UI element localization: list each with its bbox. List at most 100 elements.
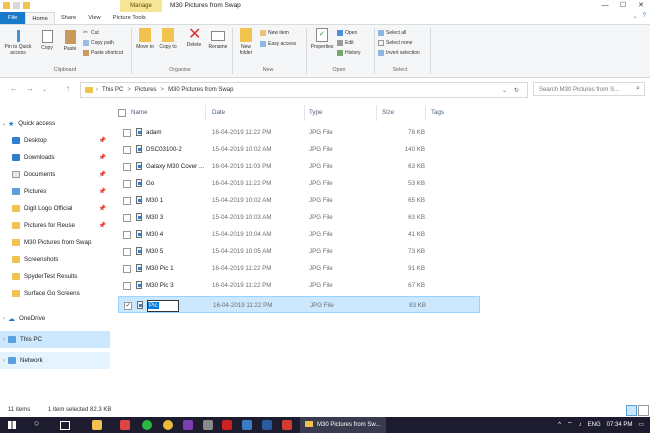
chevron-right-icon[interactable]: › bbox=[0, 337, 8, 343]
pin-icon[interactable]: 📌 bbox=[99, 171, 106, 178]
row-checkbox[interactable] bbox=[123, 163, 131, 171]
delete-button[interactable]: ✕ Delete bbox=[184, 27, 204, 49]
breadcrumb-pictures[interactable]: Pictures bbox=[135, 87, 157, 93]
file-row[interactable]: M30 1 15-04-2019 10:02 AM JPG File 65 KB bbox=[118, 192, 480, 209]
app-icon[interactable] bbox=[262, 420, 272, 430]
row-checkbox[interactable] bbox=[123, 180, 131, 188]
task-view-icon[interactable] bbox=[60, 421, 70, 430]
nav-item-spydertest-results[interactable]: SpyderTest Results bbox=[0, 268, 110, 285]
breadcrumb-current-folder[interactable]: M30 Pictures from Swap bbox=[168, 87, 233, 93]
new-item-button[interactable]: New item bbox=[260, 30, 289, 36]
select-all-checkbox[interactable] bbox=[118, 109, 126, 117]
chevron-right-icon[interactable]: › bbox=[0, 316, 8, 322]
row-checkbox[interactable] bbox=[123, 197, 131, 205]
chevron-down-icon[interactable]: ⌄ bbox=[0, 120, 8, 127]
address-bar[interactable]: › This PC > Pictures > M30 Pictures from… bbox=[80, 82, 528, 98]
file-row[interactable]: Go 16-04-2019 11:22 PM JPG File 53 KB bbox=[118, 175, 480, 192]
refresh-icon[interactable]: ↻ bbox=[514, 87, 519, 94]
nav-item-desktop[interactable]: Desktop 📌 bbox=[0, 132, 110, 149]
new-folder-button[interactable]: New folder bbox=[236, 28, 256, 56]
new-folder-icon[interactable] bbox=[23, 2, 30, 9]
pin-icon[interactable]: 📌 bbox=[99, 222, 106, 229]
breadcrumb-separator[interactable]: > bbox=[161, 87, 165, 93]
large-icons-view-icon[interactable] bbox=[638, 405, 649, 416]
file-row[interactable]: M30 Pic 1 16-04-2019 11:22 PM JPG File 9… bbox=[118, 260, 480, 277]
nav-item-digit-logo-official[interactable]: Digit Logo Official 📌 bbox=[0, 200, 110, 217]
file-row[interactable]: M30 3 15-04-2019 10:03 AM JPG File 63 KB bbox=[118, 209, 480, 226]
address-dropdown-icon[interactable]: ⌄ bbox=[502, 87, 507, 94]
nav-item-pictures-for-reuse[interactable]: Pictures for Reuse 📌 bbox=[0, 217, 110, 234]
rename-field[interactable]: Pic bbox=[147, 300, 179, 312]
forward-arrow-icon[interactable]: → bbox=[26, 84, 34, 93]
app-icon[interactable] bbox=[282, 420, 292, 430]
nav-item-downloads[interactable]: Downloads 📌 bbox=[0, 149, 110, 166]
column-header-size[interactable]: Size bbox=[382, 109, 394, 116]
chevron-up-icon[interactable]: ^ bbox=[558, 417, 561, 433]
select-none-button[interactable]: Select none bbox=[378, 40, 412, 46]
pin-icon[interactable]: 📌 bbox=[99, 205, 106, 212]
column-header-name[interactable]: Name bbox=[131, 109, 148, 116]
search-icon[interactable]: ○ bbox=[34, 418, 39, 428]
row-checkbox[interactable] bbox=[123, 129, 131, 137]
rename-button[interactable]: Rename bbox=[206, 28, 230, 50]
d-app-icon[interactable] bbox=[222, 420, 232, 430]
network-icon[interactable]: ⌔ bbox=[567, 417, 573, 433]
copy-path-button[interactable]: Copy path bbox=[83, 40, 114, 46]
file-row[interactable]: adam 16-04-2019 11:22 PM JPG File 78 KB bbox=[118, 124, 480, 141]
nav-item-pictures[interactable]: Pictures 📌 bbox=[0, 183, 110, 200]
chrome-icon[interactable] bbox=[163, 420, 173, 430]
copy-button[interactable]: Copy bbox=[37, 30, 57, 51]
file-row[interactable]: DSC03100-2 15-04-2019 10:02 AM JPG File … bbox=[118, 141, 480, 158]
paste-button[interactable]: Paste bbox=[60, 30, 80, 52]
clock[interactable]: 07:34 PM bbox=[607, 417, 633, 433]
file-row[interactable]: M30 Pic 3 16-04-2019 11:22 PM JPG File 6… bbox=[118, 277, 480, 294]
chevron-right-icon[interactable]: › bbox=[0, 358, 8, 364]
file-row[interactable]: M30 5 15-04-2019 10:05 AM JPG File 73 KB bbox=[118, 243, 480, 260]
nav-item-m30-pictures-from-swap[interactable]: M30 Pictures from Swap bbox=[0, 234, 110, 251]
tab-share[interactable]: Share bbox=[55, 12, 82, 24]
app-icon[interactable] bbox=[203, 420, 213, 430]
open-button[interactable]: Open bbox=[337, 30, 357, 36]
close-button[interactable]: ✕ bbox=[632, 0, 650, 12]
column-header-tags[interactable]: Tags bbox=[431, 109, 444, 116]
search-icon[interactable]: ⌕ bbox=[636, 85, 640, 93]
nav-item-documents[interactable]: Documents 📌 bbox=[0, 166, 110, 183]
row-checkbox[interactable] bbox=[123, 231, 131, 239]
language-indicator[interactable]: ENG bbox=[588, 417, 601, 433]
easy-access-button[interactable]: Easy access bbox=[260, 41, 296, 47]
notification-icon[interactable]: ▭ bbox=[638, 417, 644, 433]
up-arrow-icon[interactable]: ↑ bbox=[66, 84, 70, 93]
help-icon[interactable]: ? bbox=[643, 13, 646, 20]
pin-icon[interactable]: 📌 bbox=[99, 137, 106, 144]
breadcrumb-this-pc[interactable]: This PC bbox=[102, 87, 123, 93]
pin-quick-access-button[interactable]: Pin to Quick access bbox=[2, 30, 34, 56]
recent-locations-icon[interactable]: ⌄ bbox=[42, 86, 47, 93]
row-checkbox[interactable] bbox=[123, 248, 131, 256]
search-input[interactable]: Search M30 Pictures from S... bbox=[533, 82, 645, 96]
nav-item-surface-go-screens[interactable]: Surface Go Screens bbox=[0, 285, 110, 302]
pin-icon[interactable]: 📌 bbox=[99, 188, 106, 195]
nav-item-onedrive[interactable]: › ☁ OneDrive bbox=[0, 310, 110, 327]
row-checkbox[interactable] bbox=[123, 282, 131, 290]
whatsapp-icon[interactable] bbox=[142, 420, 152, 430]
taskbar-active-window[interactable]: M30 Pictures from Sw... bbox=[300, 417, 386, 433]
app-icon[interactable] bbox=[242, 420, 252, 430]
row-checkbox[interactable] bbox=[123, 146, 131, 154]
row-checkbox[interactable] bbox=[123, 214, 131, 222]
move-to-button[interactable]: Move to bbox=[135, 28, 155, 50]
nav-item-network[interactable]: › Network bbox=[0, 352, 110, 369]
file-row[interactable]: Galaxy M30 Cover ... 16-04-2019 11:03 PM… bbox=[118, 158, 480, 175]
nav-item-quick-access[interactable]: ⌄ ★ Quick access bbox=[0, 115, 110, 132]
file-explorer-icon[interactable] bbox=[92, 420, 102, 430]
history-button[interactable]: History bbox=[337, 50, 361, 56]
onenote-icon[interactable] bbox=[183, 420, 193, 430]
back-arrow-icon[interactable]: ← bbox=[10, 84, 18, 93]
row-checkbox[interactable] bbox=[123, 265, 131, 273]
edit-button[interactable]: Edit bbox=[337, 40, 354, 46]
cut-button[interactable]: ✂ Cut bbox=[83, 30, 99, 36]
maximize-button[interactable]: ☐ bbox=[614, 0, 632, 12]
windows-start-icon[interactable] bbox=[8, 421, 16, 429]
column-header-type[interactable]: Type bbox=[309, 109, 322, 116]
select-all-button[interactable]: Select all bbox=[378, 30, 406, 36]
column-header-date[interactable]: Date bbox=[212, 109, 225, 116]
